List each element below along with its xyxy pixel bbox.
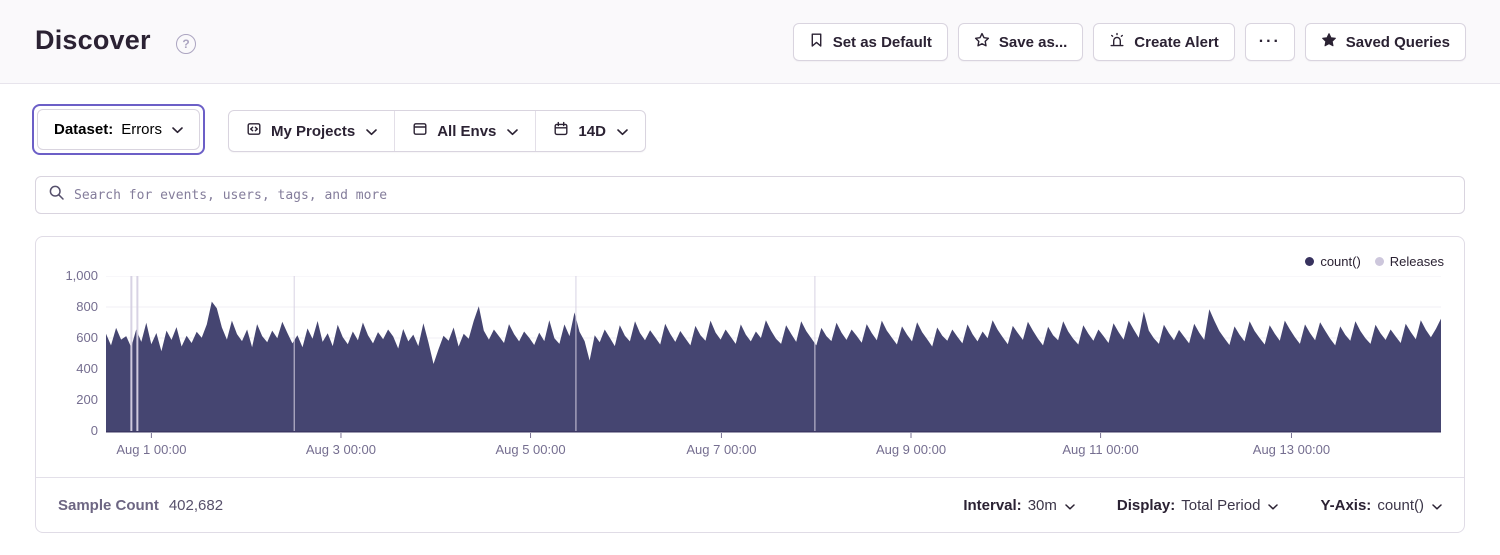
x-axis-tick-label: Aug 9 00:00	[846, 442, 976, 457]
x-axis-tick-label: Aug 1 00:00	[86, 442, 216, 457]
events-chart-panel: count() Releases 0 200 400 600 800 1,000 Aug 1…	[35, 236, 1465, 533]
date-range-label: 14D	[578, 123, 606, 140]
set-as-default-label: Set as Default	[833, 34, 932, 51]
y-axis-tick-label: 0	[36, 423, 98, 439]
y-axis-tick-label: 400	[36, 361, 98, 377]
interval-label: Interval:	[963, 497, 1021, 514]
legend-label: Releases	[1390, 254, 1444, 269]
chevron-down-icon	[1268, 497, 1278, 514]
interval-dropdown[interactable]: Interval: 30m	[963, 497, 1075, 514]
chevron-down-icon	[617, 123, 628, 140]
star-filled-icon	[1321, 32, 1337, 52]
y-axis-tick-label: 800	[36, 299, 98, 315]
page-header: Discover ? Set as Default Save as... Cre…	[0, 0, 1500, 84]
page-title: Discover	[35, 25, 151, 56]
ellipsis-icon: ···	[1259, 33, 1281, 51]
saved-queries-button[interactable]: Saved Queries	[1305, 23, 1466, 61]
set-as-default-button[interactable]: Set as Default	[793, 23, 948, 61]
events-area-chart[interactable]	[106, 276, 1441, 438]
x-axis-tick-label: Aug 7 00:00	[656, 442, 786, 457]
legend-dot-icon	[1375, 257, 1384, 266]
y-axis-tick-label: 200	[36, 392, 98, 408]
display-label: Display:	[1117, 497, 1175, 514]
siren-icon	[1109, 32, 1125, 52]
create-alert-label: Create Alert	[1134, 34, 1218, 51]
chevron-down-icon	[507, 123, 518, 140]
save-as-button[interactable]: Save as...	[958, 23, 1083, 61]
chevron-down-icon	[366, 123, 377, 140]
x-axis-tick-label: Aug 13 00:00	[1226, 442, 1356, 457]
dataset-highlight-outline: Dataset: Errors	[32, 104, 205, 155]
bookmark-icon	[809, 32, 824, 52]
y-axis-value: count()	[1377, 497, 1424, 514]
search-input[interactable]	[74, 188, 1452, 203]
sample-count-value: 402,682	[169, 497, 223, 514]
y-axis-tick-label: 1,000	[36, 268, 98, 284]
saved-queries-label: Saved Queries	[1346, 34, 1450, 51]
legend-item-count[interactable]: count()	[1305, 254, 1360, 269]
count-area-series[interactable]	[106, 302, 1441, 431]
chevron-down-icon	[1065, 497, 1075, 514]
display-dropdown[interactable]: Display: Total Period	[1117, 497, 1279, 514]
x-axis-tick-label: Aug 5 00:00	[466, 442, 596, 457]
page-filter-bar: My Projects All Envs 14D	[228, 110, 646, 152]
header-actions: Set as Default Save as... Create Alert ·…	[793, 23, 1466, 61]
window-icon	[412, 121, 428, 141]
legend-item-releases[interactable]: Releases	[1375, 254, 1444, 269]
dataset-dropdown[interactable]: Dataset: Errors	[37, 109, 200, 150]
more-options-button[interactable]: ···	[1245, 23, 1295, 61]
chevron-down-icon	[1432, 497, 1442, 514]
search-icon	[48, 184, 65, 206]
save-as-label: Save as...	[999, 34, 1067, 51]
calendar-icon	[553, 121, 569, 141]
x-axis-tick-label: Aug 11 00:00	[1036, 442, 1166, 457]
legend-label: count()	[1320, 254, 1360, 269]
dataset-label: Dataset:	[54, 121, 113, 138]
x-axis-tick-label: Aug 3 00:00	[276, 442, 406, 457]
display-value: Total Period	[1181, 497, 1260, 514]
search-bar	[35, 176, 1465, 214]
y-axis-dropdown[interactable]: Y-Axis: count()	[1320, 497, 1442, 514]
help-icon[interactable]: ?	[176, 34, 196, 54]
dataset-value: Errors	[121, 121, 162, 138]
chart-legend: count() Releases	[1305, 254, 1444, 269]
projects-dropdown[interactable]: My Projects	[229, 111, 394, 151]
interval-value: 30m	[1028, 497, 1057, 514]
environment-label: All Envs	[437, 123, 496, 140]
projects-label: My Projects	[271, 123, 355, 140]
legend-dot-icon	[1305, 257, 1314, 266]
create-alert-button[interactable]: Create Alert	[1093, 23, 1234, 61]
y-axis-label: Y-Axis:	[1320, 497, 1371, 514]
y-axis-tick-label: 600	[36, 330, 98, 346]
chart-footer: Sample Count 402,682 Interval: 30m Displ…	[36, 477, 1464, 532]
projects-icon	[246, 121, 262, 141]
chevron-down-icon	[172, 121, 183, 138]
sample-count-label: Sample Count	[58, 497, 159, 514]
star-outline-icon	[974, 32, 990, 52]
date-range-dropdown[interactable]: 14D	[535, 111, 645, 151]
environment-dropdown[interactable]: All Envs	[394, 111, 535, 151]
